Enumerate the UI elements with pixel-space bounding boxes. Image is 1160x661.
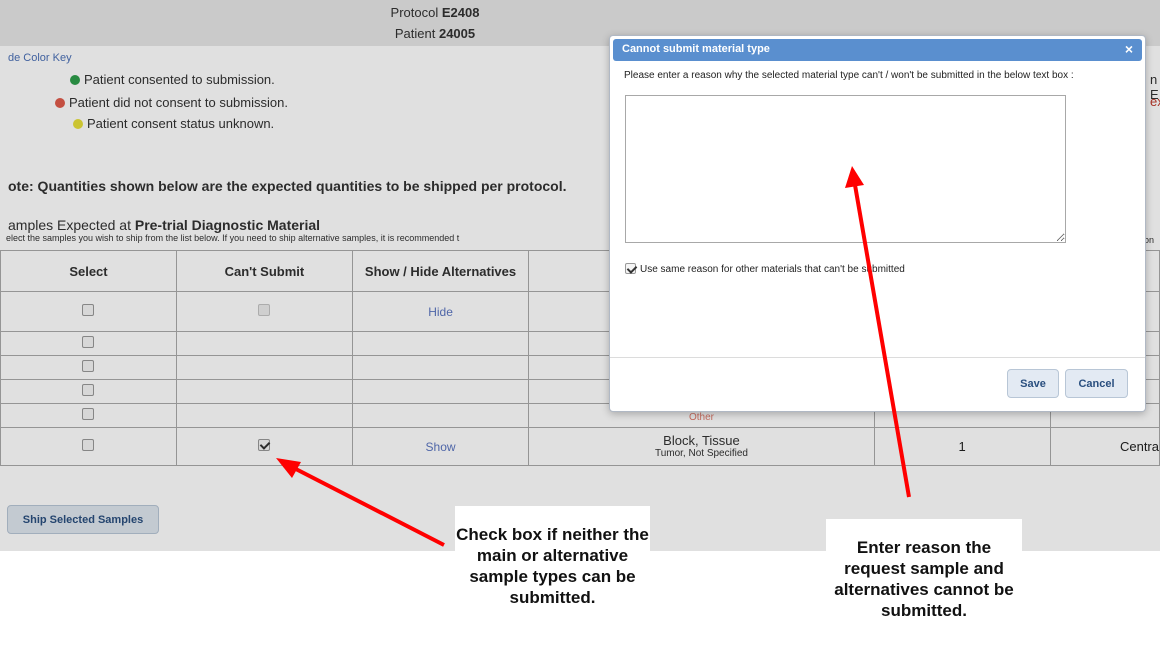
cancel-button[interactable]: Cancel bbox=[1065, 369, 1128, 398]
reason-textarea[interactable] bbox=[625, 95, 1066, 243]
reuse-reason-checkbox[interactable] bbox=[625, 263, 636, 274]
dialog-divider bbox=[610, 357, 1145, 358]
callout-reason-explanation: Enter reason the request sample and alte… bbox=[826, 519, 1022, 661]
sample-shipment-page: Protocol E2408 Patient 24005 de Color Ke… bbox=[0, 0, 1160, 551]
save-button[interactable]: Save bbox=[1007, 369, 1059, 398]
reuse-reason-label: Use same reason for other materials that… bbox=[640, 264, 905, 275]
dialog-prompt: Please enter a reason why the selected m… bbox=[624, 70, 1074, 81]
reuse-reason-option[interactable]: Use same reason for other materials that… bbox=[625, 263, 905, 275]
close-icon[interactable]: × bbox=[1125, 41, 1133, 57]
callout-checkbox-explanation: Check box if neither the main or alterna… bbox=[455, 506, 650, 636]
dialog-title: Cannot submit material type bbox=[622, 43, 770, 55]
dialog-title-bar[interactable]: Cannot submit material type × bbox=[613, 39, 1142, 61]
cannot-submit-dialog: Cannot submit material type × Please ent… bbox=[609, 35, 1146, 412]
